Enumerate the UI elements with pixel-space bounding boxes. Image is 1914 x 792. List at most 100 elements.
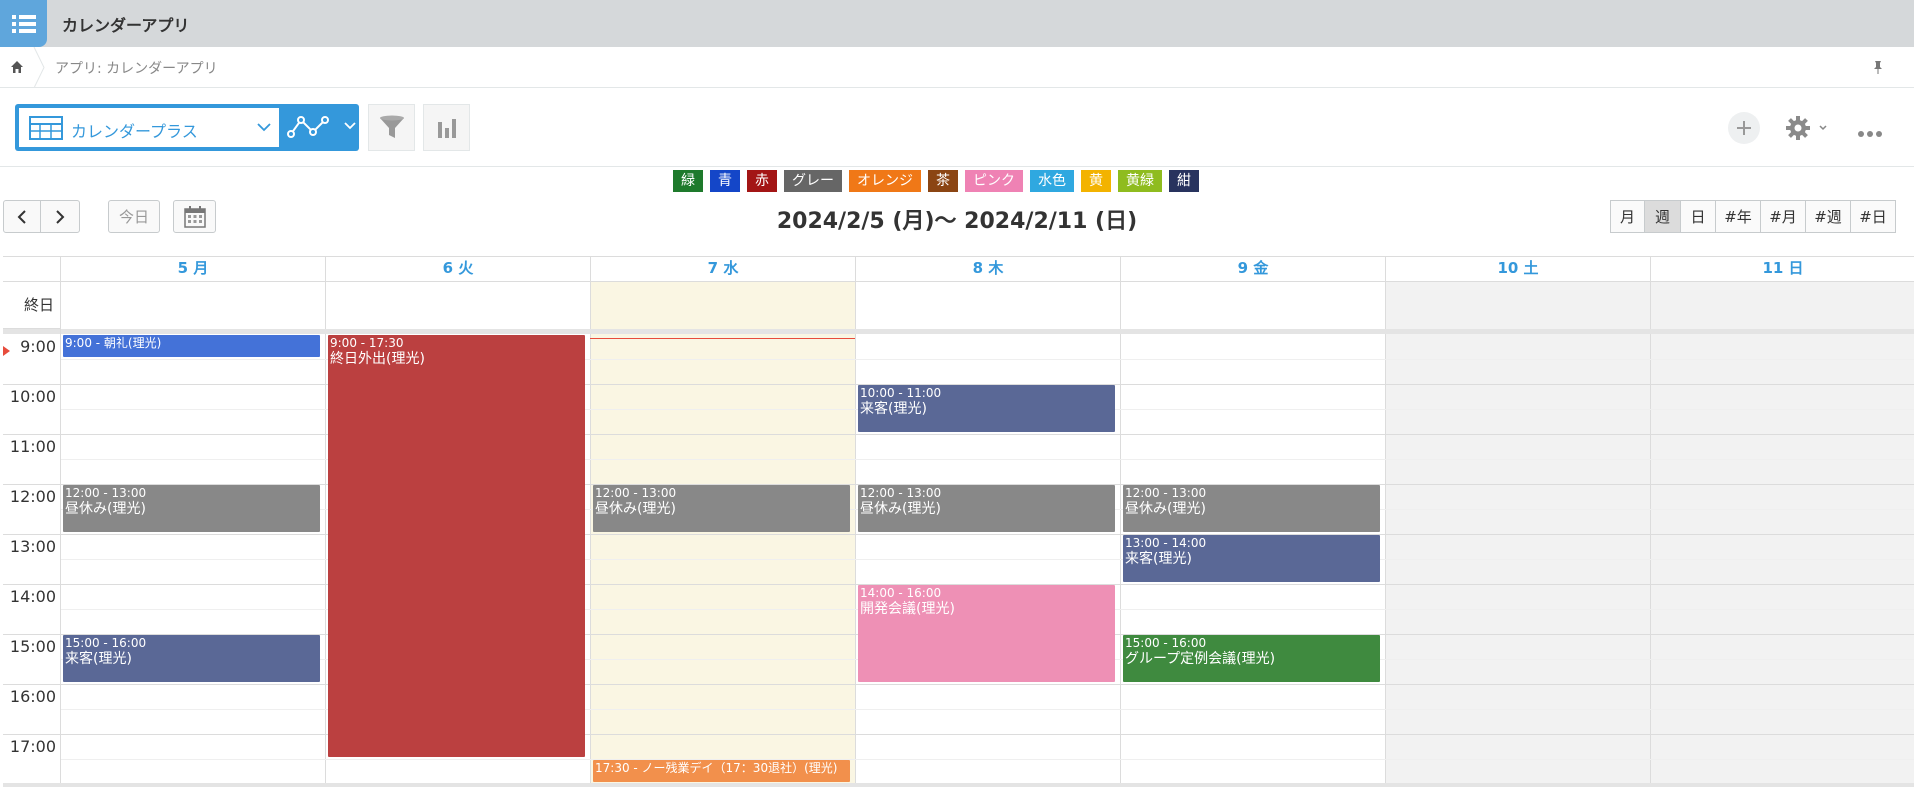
time-label: 14:00 <box>9 587 56 606</box>
day-header[interactable]: 8 木 <box>855 257 1120 282</box>
calendar-event[interactable]: 13:00 - 14:00 来客(理光) <box>1123 535 1380 582</box>
filter-button[interactable] <box>368 104 415 151</box>
view-selector[interactable]: カレンダープラス <box>15 104 359 151</box>
event-time: 12:00 - 13:00 <box>1125 486 1207 500</box>
bar-chart-icon <box>437 118 456 138</box>
time-label: 13:00 <box>9 537 56 556</box>
legend-chip: 緑 <box>673 170 703 192</box>
graph-chevron-down-icon[interactable] <box>344 122 356 130</box>
legend-chip: 青 <box>710 170 740 192</box>
hour-line <box>3 684 1914 685</box>
view-mode-button[interactable]: 週 <box>1645 200 1681 233</box>
event-title: 昼休み(理光) <box>1125 501 1206 517</box>
half-hour-line <box>60 759 1914 760</box>
add-record-button[interactable] <box>1728 112 1760 144</box>
allday-cell[interactable] <box>1120 282 1385 329</box>
legend-chip: 水色 <box>1030 170 1074 192</box>
legend-chip: 赤 <box>747 170 777 192</box>
chart-button[interactable] <box>423 104 470 151</box>
event-time: 9:00 - 朝礼(理光) <box>65 336 162 350</box>
chevron-down-icon <box>257 123 271 132</box>
event-time: 12:00 - 13:00 <box>65 486 147 500</box>
view-mode-button[interactable]: #週 <box>1806 200 1851 233</box>
time-label: 12:00 <box>9 487 56 506</box>
calendar-event[interactable]: 15:00 - 16:00 グループ定例会議(理光) <box>1123 635 1380 682</box>
more-options-button[interactable] <box>1857 123 1883 137</box>
legend-chip: 黄緑 <box>1118 170 1162 192</box>
event-title: 終日外出(理光) <box>330 351 425 367</box>
breadcrumb: アプリ: カレンダーアプリ <box>0 47 1914 88</box>
app-title: カレンダーアプリ <box>62 16 190 35</box>
settings-button[interactable] <box>1784 114 1828 142</box>
legend-chip: 茶 <box>928 170 958 192</box>
allday-cell[interactable] <box>325 282 590 329</box>
event-title: 昼休み(理光) <box>860 501 941 517</box>
allday-label: 終日 <box>23 296 54 314</box>
calendar-event[interactable]: 12:00 - 13:00 昼休み(理光) <box>858 485 1115 532</box>
time-label: 9:00 <box>20 337 56 356</box>
event-time: 12:00 - 13:00 <box>860 486 942 500</box>
header-corner <box>3 257 60 282</box>
plus-icon <box>1737 121 1751 135</box>
view-dropdown[interactable]: カレンダープラス <box>19 108 279 147</box>
event-title: グループ定例会議(理光) <box>1125 651 1276 667</box>
time-label: 16:00 <box>9 687 56 706</box>
app-header: カレンダーアプリ <box>0 0 1914 47</box>
calendar-event[interactable]: 17:30 - ノー残業デイ（17：30退社）(理光) <box>593 760 850 782</box>
current-time-marker-icon <box>3 345 10 356</box>
toolbar: カレンダープラス <box>0 89 1914 167</box>
event-time: 9:00 - 17:30 <box>330 336 404 350</box>
calendar-bottom-border <box>3 783 1914 787</box>
event-time: 12:00 - 13:00 <box>595 486 677 500</box>
calendar-event[interactable]: 14:00 - 16:00 開発会議(理光) <box>858 585 1115 682</box>
hour-line <box>3 434 1914 435</box>
calendar-event[interactable]: 12:00 - 13:00 昼休み(理光) <box>63 485 320 532</box>
view-mode-button[interactable]: 月 <box>1610 200 1645 233</box>
event-time: 14:00 - 16:00 <box>860 586 942 600</box>
allday-cell[interactable] <box>855 282 1120 329</box>
event-title: 来客(理光) <box>65 651 132 667</box>
allday-cell[interactable] <box>1385 282 1650 329</box>
calendar-event[interactable]: 10:00 - 11:00 来客(理光) <box>858 385 1115 432</box>
more-icon <box>1858 131 1882 137</box>
day-header[interactable]: 6 火 <box>325 257 590 282</box>
day-header[interactable]: 9 金 <box>1120 257 1385 282</box>
view-mode-button[interactable]: #年 <box>1716 200 1761 233</box>
breadcrumb-app-link[interactable]: アプリ: カレンダーアプリ <box>55 58 218 78</box>
calendar-event[interactable]: 12:00 - 13:00 昼休み(理光) <box>1123 485 1380 532</box>
calendar-event[interactable]: 9:00 - 17:30 終日外出(理光) <box>328 335 585 757</box>
home-icon[interactable] <box>9 59 25 75</box>
day-header[interactable]: 11 日 <box>1650 257 1914 282</box>
legend-chip: グレー <box>784 170 842 192</box>
allday-cell[interactable] <box>590 282 855 329</box>
view-mode-button[interactable]: #日 <box>1851 200 1896 233</box>
settings-chevron-down-icon <box>1819 125 1827 131</box>
view-label: カレンダープラス <box>71 122 198 141</box>
view-mode-button[interactable]: 日 <box>1681 200 1716 233</box>
current-time-line <box>590 337 855 339</box>
pin-icon[interactable] <box>1870 59 1886 75</box>
view-mode-button[interactable]: #月 <box>1761 200 1806 233</box>
filter-icon <box>379 115 404 138</box>
event-title: 開発会議(理光) <box>860 601 955 617</box>
legend-chip: 黄 <box>1081 170 1111 192</box>
event-title: 来客(理光) <box>1125 551 1192 567</box>
calendar-event[interactable]: 15:00 - 16:00 来客(理光) <box>63 635 320 682</box>
day-header[interactable]: 7 水 <box>590 257 855 282</box>
event-time: 10:00 - 11:00 <box>860 386 942 400</box>
time-label: 10:00 <box>9 387 56 406</box>
time-label: 15:00 <box>9 637 56 656</box>
allday-cell[interactable] <box>1650 282 1914 329</box>
table-icon <box>29 116 63 140</box>
event-title: 昼休み(理光) <box>65 501 146 517</box>
graph-icon[interactable] <box>287 114 329 140</box>
day-header[interactable]: 10 土 <box>1385 257 1650 282</box>
calendar-event[interactable]: 9:00 - 朝礼(理光) <box>63 335 320 357</box>
time-label: 11:00 <box>9 437 56 456</box>
day-header[interactable]: 5 月 <box>60 257 325 282</box>
gear-icon <box>1786 116 1810 140</box>
calendar-event[interactable]: 12:00 - 13:00 昼休み(理光) <box>593 485 850 532</box>
app-list-icon[interactable] <box>0 0 47 47</box>
allday-cell[interactable] <box>60 282 325 329</box>
color-legend: 緑青赤グレー オレンジ茶ピンク 水色黄黄緑紺 <box>673 170 1199 192</box>
